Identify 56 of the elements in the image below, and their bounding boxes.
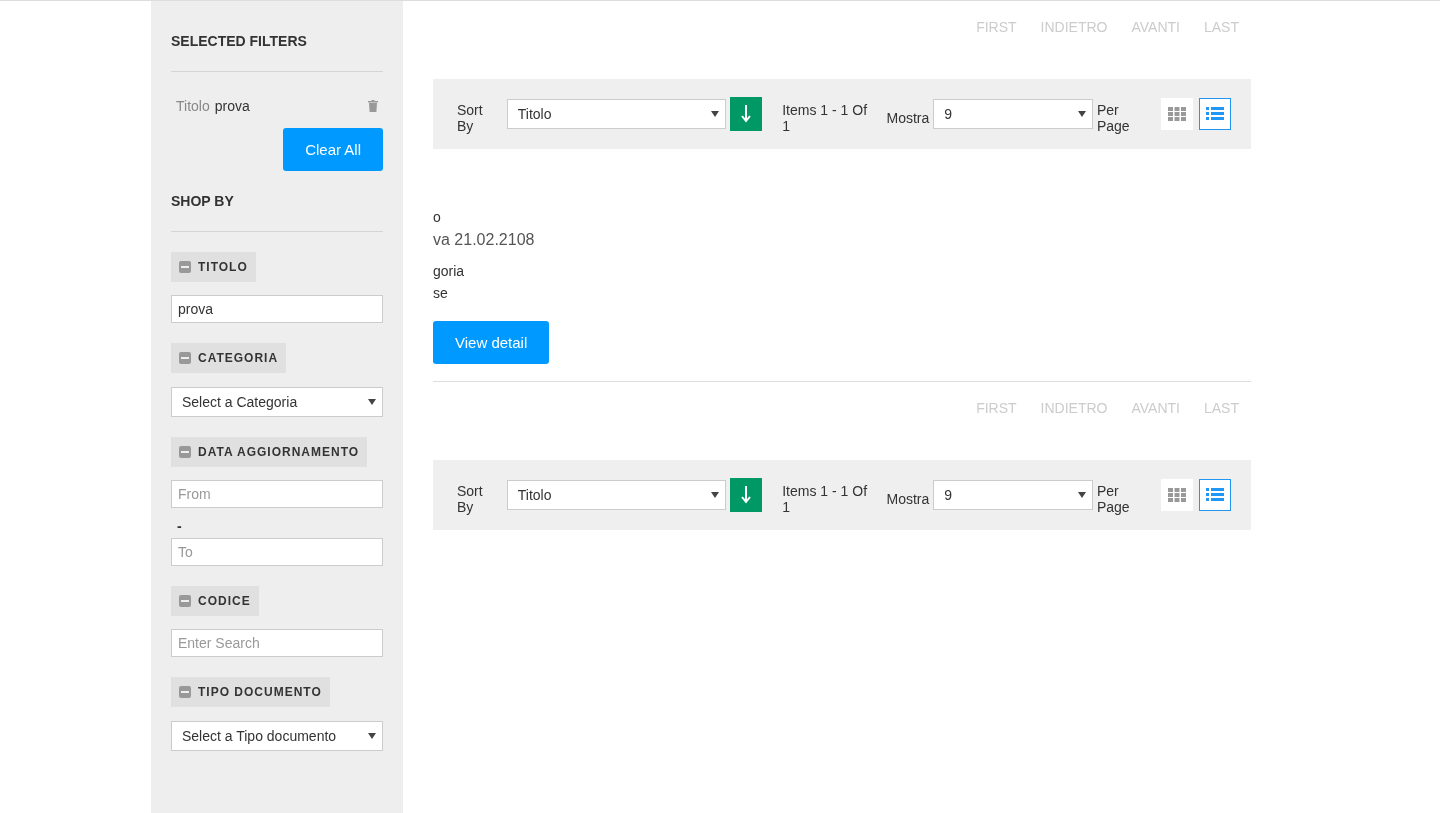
result-text: se bbox=[433, 285, 448, 301]
filter-select[interactable]: Select a Tipo documento bbox=[171, 721, 383, 751]
sort-direction-button[interactable] bbox=[730, 478, 763, 512]
items-count: Items 1 - 1 Of 1 bbox=[782, 101, 869, 134]
list-view-button[interactable] bbox=[1199, 98, 1231, 130]
sort-select[interactable]: Titolo bbox=[506, 99, 727, 129]
show-label: Mostra bbox=[886, 109, 930, 126]
filter-input-field[interactable]: Enter Search bbox=[171, 629, 383, 657]
filter-label: Titolo bbox=[176, 98, 210, 114]
grid-view-button[interactable] bbox=[1161, 98, 1194, 130]
filter-section-toggle[interactable]: DATA AGGIORNAMENTO bbox=[171, 437, 368, 467]
minus-icon bbox=[181, 354, 189, 362]
filter-input-field[interactable]: prova bbox=[171, 295, 383, 323]
per-page-select[interactable]: 9 bbox=[933, 480, 1093, 510]
result-text: goria bbox=[433, 263, 465, 279]
list-view-button[interactable] bbox=[1199, 479, 1231, 511]
filter-section-toggle[interactable]: CATEGORIA bbox=[171, 343, 287, 373]
arrow-down-icon bbox=[741, 105, 752, 123]
date-to-field[interactable]: To bbox=[171, 538, 383, 566]
sort-select[interactable]: Titolo bbox=[506, 480, 727, 510]
minus-icon bbox=[181, 597, 189, 605]
caret-icon bbox=[711, 111, 720, 117]
minus-icon bbox=[181, 448, 189, 456]
per-page-label: Per Page bbox=[1096, 482, 1131, 515]
grid-icon bbox=[1168, 107, 1187, 121]
sort-direction-button[interactable] bbox=[730, 97, 763, 131]
result-text: va 21.02.2108 bbox=[433, 231, 535, 249]
caret-icon bbox=[368, 733, 376, 739]
selected-filters-heading: SELECTED FILTERS bbox=[171, 33, 383, 72]
grid-icon bbox=[1168, 488, 1187, 502]
caret-icon bbox=[1077, 111, 1086, 117]
show-label: Mostra bbox=[886, 490, 930, 507]
per-page-label: Per Page bbox=[1096, 101, 1131, 134]
shop-by-heading: SHOP BY bbox=[171, 193, 383, 232]
caret-icon bbox=[368, 399, 376, 405]
per-page-select[interactable]: 9 bbox=[933, 99, 1093, 129]
grid-view-button[interactable] bbox=[1161, 479, 1194, 511]
sort-label: Sort By bbox=[457, 482, 484, 515]
list-icon bbox=[1206, 488, 1225, 502]
trash-icon[interactable] bbox=[368, 100, 378, 112]
items-count: Items 1 - 1 Of 1 bbox=[782, 482, 869, 515]
minus-icon bbox=[181, 688, 189, 696]
filter-section-toggle[interactable]: TIPO DOCUMENTO bbox=[171, 677, 330, 707]
caret-icon bbox=[1077, 492, 1086, 498]
filter-section-toggle[interactable]: TITOLO bbox=[171, 252, 256, 282]
filter-section-toggle[interactable]: CODICE bbox=[171, 586, 259, 616]
arrow-down-icon bbox=[741, 486, 752, 504]
range-separator: - bbox=[177, 518, 183, 534]
minus-icon bbox=[181, 263, 189, 271]
date-from-field[interactable]: From bbox=[171, 480, 383, 508]
caret-icon bbox=[711, 492, 720, 498]
filter-value: prova bbox=[214, 98, 251, 114]
list-icon bbox=[1206, 107, 1225, 121]
filter-select[interactable]: Select a Categoria bbox=[171, 387, 383, 417]
sort-label: Sort By bbox=[457, 101, 484, 134]
result-text: o bbox=[433, 209, 441, 225]
